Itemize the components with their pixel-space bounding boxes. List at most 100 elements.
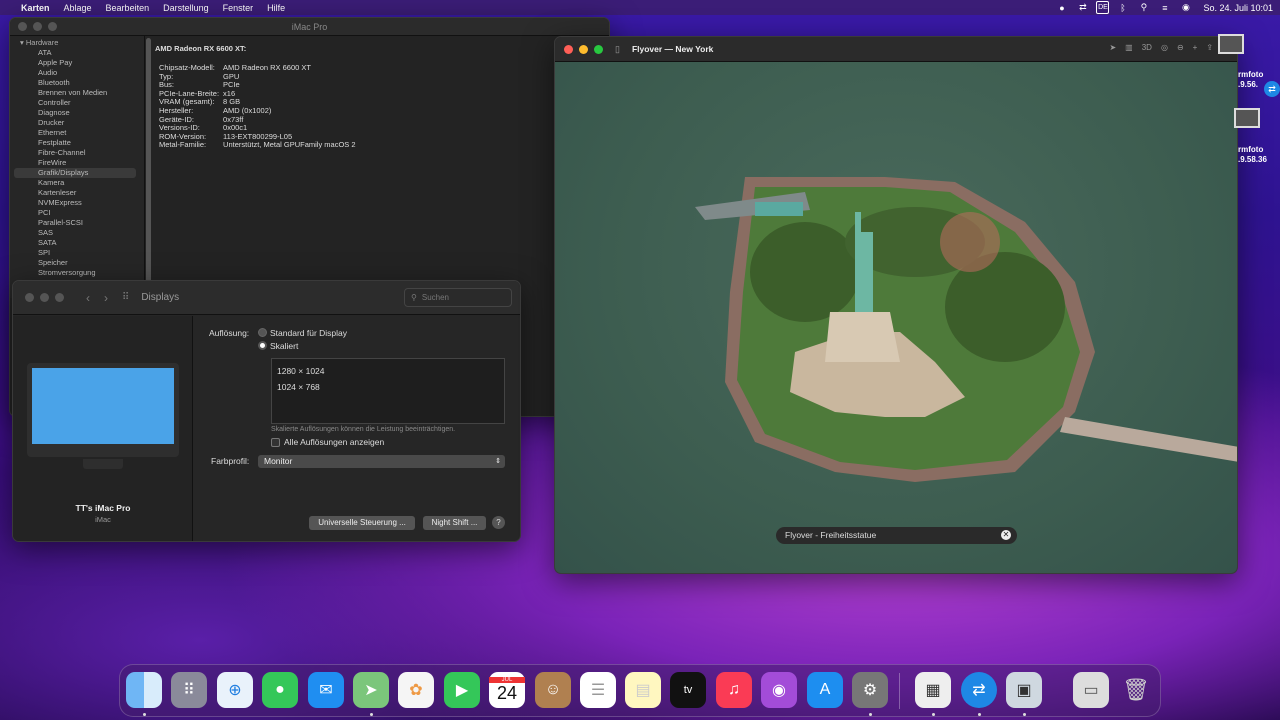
keyboard-input[interactable]: DE	[1096, 1, 1110, 14]
zoom-button[interactable]	[55, 293, 64, 302]
messages-icon[interactable]: ●	[262, 672, 298, 708]
minimize-button[interactable]	[40, 293, 49, 302]
sidebar-item[interactable]: SPI	[10, 248, 144, 258]
desktop-file-label[interactable]: .9.56.	[1238, 80, 1258, 89]
system-preferences-icon[interactable]: ⚙	[852, 672, 888, 708]
close-flyover-icon[interactable]: ✕	[1001, 530, 1011, 540]
radio-default[interactable]	[258, 328, 267, 337]
appletv-icon[interactable]: tv	[670, 672, 706, 708]
sidebar-item[interactable]: Controller	[10, 98, 144, 108]
sidebar-item[interactable]: Ethernet	[10, 128, 144, 138]
sidebar-item[interactable]: SATA	[10, 238, 144, 248]
system-information-icon[interactable]: ▦	[915, 672, 951, 708]
siri-icon[interactable]: ◉	[1178, 1, 1193, 14]
show-all-label[interactable]: Alle Auflösungen anzeigen	[284, 437, 384, 447]
sidebar-item[interactable]: Kamera	[10, 178, 144, 188]
close-button[interactable]	[564, 44, 573, 54]
sidebar-item[interactable]: Festplatte	[10, 138, 144, 148]
show-all-checkbox[interactable]	[271, 438, 280, 447]
search-input[interactable]: ⚲ Suchen	[404, 288, 512, 307]
radio-scaled[interactable]	[258, 341, 267, 350]
notes-icon[interactable]: ▤	[625, 672, 661, 708]
calendar-icon[interactable]: JUL 24	[489, 672, 525, 708]
close-button[interactable]	[25, 293, 34, 302]
teamviewer-icon[interactable]: ⇄	[1075, 1, 1090, 14]
sidebar-item[interactable]: ATA	[10, 48, 144, 58]
zoom-icon[interactable]: ⊖	[1177, 43, 1184, 52]
show-all-grid-icon[interactable]: ⠿	[122, 292, 129, 303]
sidebar-item[interactable]: Stromversorgung	[10, 268, 144, 278]
preview-icon[interactable]: ▣	[1006, 672, 1042, 708]
sidebar-toggle-icon[interactable]: ▯	[615, 44, 620, 55]
menu-hilfe[interactable]: Hilfe	[260, 3, 292, 13]
teamviewer-badge-icon[interactable]: ⇄	[1264, 81, 1280, 97]
photos-icon[interactable]: ✿	[398, 672, 434, 708]
launchpad-icon[interactable]: ⠿	[171, 672, 207, 708]
help-button[interactable]: ?	[492, 516, 505, 529]
sidebar-item[interactable]: Bluetooth	[10, 78, 144, 88]
maps-icon[interactable]: ➤	[353, 672, 389, 708]
menu-darstellung[interactable]: Darstellung	[156, 3, 216, 13]
forward-icon[interactable]: ›	[104, 291, 108, 305]
minimize-button[interactable]	[579, 44, 588, 54]
menu-fenster[interactable]: Fenster	[216, 3, 261, 13]
sidebar-item[interactable]: Fibre-Channel	[10, 148, 144, 158]
sidebar-item[interactable]: PCI	[10, 208, 144, 218]
finder-icon[interactable]	[126, 672, 162, 708]
contacts-icon[interactable]: ☺	[535, 672, 571, 708]
sidebar-item[interactable]: NVMExpress	[10, 198, 144, 208]
sidebar-item[interactable]: Drucker	[10, 118, 144, 128]
reminders-icon[interactable]: ☰	[580, 672, 616, 708]
zoom-button[interactable]	[594, 44, 603, 54]
sidebar-item[interactable]: Diagnose	[10, 108, 144, 118]
desktop-file-label[interactable]: .9.58.36	[1238, 155, 1267, 164]
universal-control-button[interactable]: Universelle Steuerung ...	[309, 516, 415, 530]
bluetooth-icon[interactable]: ᛒ	[1115, 1, 1130, 14]
map-mode-icon[interactable]: ▥	[1125, 43, 1133, 52]
desktop-file-label[interactable]: rmfoto	[1238, 145, 1263, 154]
sidebar-section-hardware[interactable]: ▾ Hardware	[10, 36, 144, 48]
binoculars-icon[interactable]: ◎	[1161, 43, 1168, 52]
toggle-3d-button[interactable]: 3D	[1142, 43, 1152, 52]
menubar-clock[interactable]: So. 24. Juli 10:01	[1196, 3, 1280, 13]
color-profile-select[interactable]: Monitor ⇕	[258, 455, 505, 468]
safari-icon[interactable]: ⊕	[217, 672, 253, 708]
night-shift-button[interactable]: Night Shift ...	[423, 516, 486, 530]
sidebar-item[interactable]: Kartenleser	[10, 188, 144, 198]
search-icon[interactable]: ⚲	[1136, 1, 1151, 14]
music-icon[interactable]: ♫	[716, 672, 752, 708]
location-arrow-icon[interactable]: ➤	[1109, 43, 1116, 52]
option-default-label[interactable]: Standard für Display	[270, 328, 347, 338]
podcasts-icon[interactable]: ◉	[761, 672, 797, 708]
sidebar-item[interactable]: Apple Pay	[10, 58, 144, 68]
option-scaled-label[interactable]: Skaliert	[270, 341, 298, 351]
back-icon[interactable]: ‹	[86, 291, 90, 305]
teamviewer-icon[interactable]: ⇄	[961, 672, 997, 708]
sidebar-item[interactable]: Speicher	[10, 258, 144, 268]
resolution-item[interactable]: 1024 × 768	[277, 379, 499, 395]
sidebar-item[interactable]: Brennen von Medien	[10, 88, 144, 98]
sidebar-item[interactable]: Grafik/Displays	[14, 168, 136, 178]
sidebar-scrollbar[interactable]	[146, 38, 151, 293]
desktop-file-icon[interactable]	[1218, 34, 1244, 54]
add-icon[interactable]: +	[1193, 43, 1198, 52]
appstore-icon[interactable]: A	[807, 672, 843, 708]
desktop-file-label[interactable]: rmfoto	[1238, 70, 1263, 79]
menu-bearbeiten[interactable]: Bearbeiten	[99, 3, 157, 13]
sidebar-item[interactable]: Audio	[10, 68, 144, 78]
trash-icon[interactable]: 🗑	[1118, 672, 1154, 708]
desktop-file-icon[interactable]	[1234, 108, 1260, 128]
menu-ablage[interactable]: Ablage	[57, 3, 99, 13]
menu-app[interactable]: Karten	[14, 3, 57, 13]
flyover-map-view[interactable]	[555, 62, 1237, 573]
resolution-list[interactable]: 1280 × 1024 1024 × 768	[271, 358, 505, 424]
record-icon[interactable]: ●	[1054, 1, 1069, 14]
share-icon[interactable]: ⇪	[1206, 43, 1213, 52]
downloads-stack-icon[interactable]: ▭	[1073, 672, 1109, 708]
facetime-icon[interactable]: ▶	[444, 672, 480, 708]
sidebar-item[interactable]: FireWire	[10, 158, 144, 168]
mail-icon[interactable]: ✉	[308, 672, 344, 708]
sidebar-item[interactable]: Parallel-SCSI	[10, 218, 144, 228]
sidebar-item[interactable]: SAS	[10, 228, 144, 238]
resolution-item[interactable]: 1280 × 1024	[277, 363, 499, 379]
